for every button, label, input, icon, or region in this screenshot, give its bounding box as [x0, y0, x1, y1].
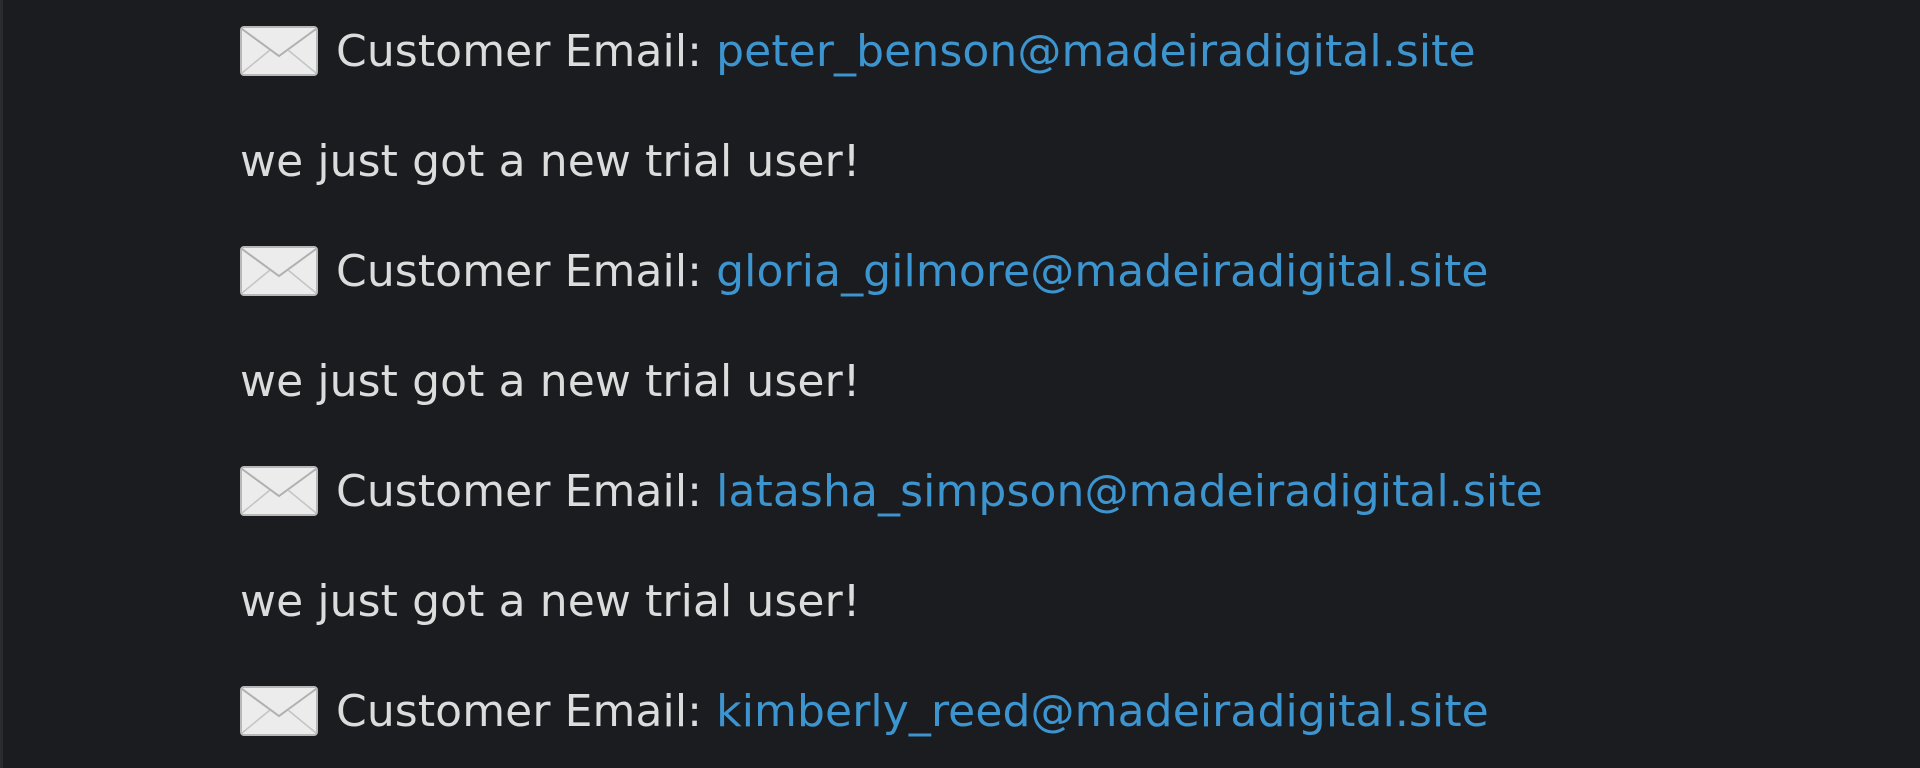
customer-email-line: Customer Email: kimberly_reed@madeiradig… — [240, 676, 1489, 746]
message-text: we just got a new trial user! — [240, 135, 861, 187]
customer-email-label: Customer Email: — [336, 25, 703, 77]
customer-email-label: Customer Email: — [336, 465, 703, 517]
customer-email-line: Customer Email: peter_benson@madeiradigi… — [240, 16, 1476, 86]
customer-email-label: Customer Email: — [336, 685, 703, 737]
message-feed: Customer Email: peter_benson@madeiradigi… — [240, 0, 1880, 768]
customer-email-link[interactable]: gloria_gilmore@madeiradigital.site — [716, 246, 1488, 297]
message-line: we just got a new trial user! — [240, 126, 861, 196]
customer-email-link[interactable]: kimberly_reed@madeiradigital.site — [716, 686, 1489, 737]
customer-email-link[interactable]: peter_benson@madeiradigital.site — [716, 26, 1476, 77]
pane-divider — [0, 0, 3, 768]
envelope-icon — [240, 246, 318, 296]
envelope-icon — [240, 466, 318, 516]
message-text: we just got a new trial user! — [240, 355, 861, 407]
message-line: we just got a new trial user! — [240, 346, 861, 416]
message-text: we just got a new trial user! — [240, 575, 861, 627]
customer-email-line: Customer Email: latasha_simpson@madeirad… — [240, 456, 1543, 526]
customer-email-line: Customer Email: gloria_gilmore@madeiradi… — [240, 236, 1489, 306]
message-line: we just got a new trial user! — [240, 566, 861, 636]
envelope-icon — [240, 686, 318, 736]
customer-email-label: Customer Email: — [336, 245, 703, 297]
envelope-icon — [240, 26, 318, 76]
customer-email-link[interactable]: latasha_simpson@madeiradigital.site — [716, 466, 1543, 517]
